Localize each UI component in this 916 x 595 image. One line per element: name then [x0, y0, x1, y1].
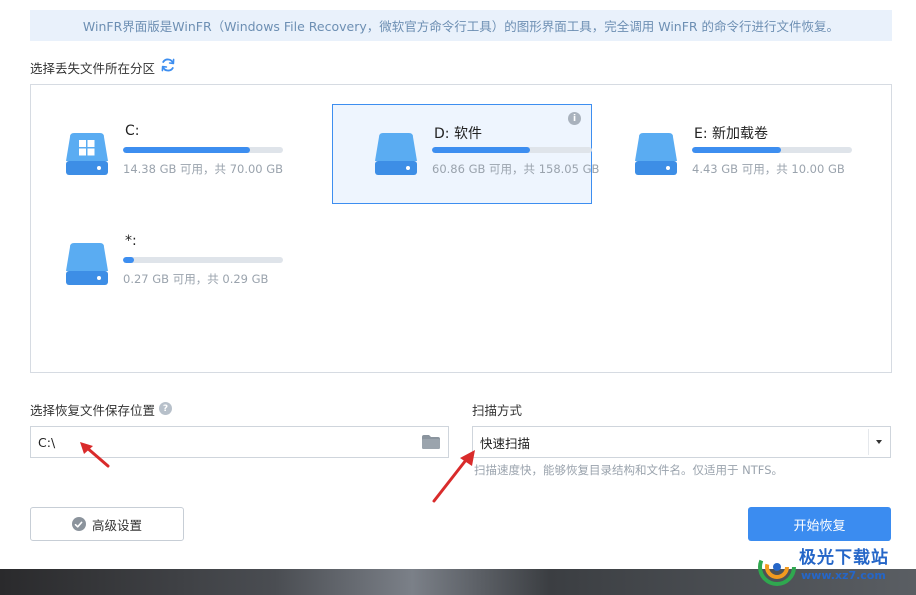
usage-fill: [123, 147, 251, 153]
usage-bar: [123, 257, 283, 263]
drive-card-star[interactable]: *: 0.27 GB 可用，共 0.29 GB: [23, 214, 283, 314]
start-recovery-label: 开始恢复: [793, 518, 846, 534]
usage-bar: [123, 147, 283, 153]
drive-capacity: 14.38 GB 可用，共 70.00 GB: [123, 162, 284, 176]
drive-capacity: 0.27 GB 可用，共 0.29 GB: [123, 272, 269, 286]
annotation-arrow-icon: [432, 450, 475, 503]
start-recovery-button[interactable]: 开始恢复: [748, 507, 891, 541]
watermark-logo: 极光下载站 www.xz7.com: [756, 540, 916, 595]
watermark-swirl-icon: [758, 548, 796, 586]
drive-name: E: 新加载卷: [694, 126, 769, 142]
drive-capacity: 4.43 GB 可用，共 10.00 GB: [692, 162, 845, 176]
watermark-url: www.xz7.com: [801, 569, 886, 582]
advanced-settings-label: 高级设置: [91, 517, 142, 533]
drive-name: D: 软件: [434, 126, 482, 142]
drive-list-panel: C: 14.38 GB 可用，共 70.00 GB i D: 软件 60.86 …: [30, 84, 892, 373]
usage-bar: [432, 147, 592, 153]
banner-text: WinFR界面版是WinFR（Windows File Recovery，微软官…: [82, 19, 840, 34]
drive-card-c[interactable]: C: 14.38 GB 可用，共 70.00 GB: [23, 104, 283, 204]
info-banner: WinFR界面版是WinFR（Windows File Recovery，微软官…: [30, 10, 892, 41]
advanced-settings-button[interactable]: 高级设置: [30, 507, 184, 541]
dropdown-button[interactable]: [868, 429, 888, 455]
drive-card-d[interactable]: i D: 软件 60.86 GB 可用，共 158.05 GB: [332, 104, 599, 204]
usage-fill: [123, 257, 135, 263]
usage-bar: [692, 147, 852, 153]
windows-drive-icon: [66, 133, 108, 175]
scan-mode-description: 扫描速度快，能够恢复目录结构和文件名。仅适用于 NTFS。: [474, 463, 783, 477]
partition-label: 选择丢失文件所在分区: [30, 61, 156, 76]
drive-icon: [635, 133, 677, 175]
watermark-title: 极光下载站: [799, 548, 889, 568]
drive-capacity: 60.86 GB 可用，共 158.05 GB: [432, 162, 600, 176]
refresh-icon[interactable]: [160, 57, 176, 73]
drive-card-e[interactable]: E: 新加载卷 4.43 GB 可用，共 10.00 GB: [592, 104, 852, 204]
drive-icon: [375, 133, 417, 175]
usage-fill: [692, 147, 782, 153]
check-circle-icon: [71, 517, 86, 531]
info-icon[interactable]: i: [568, 112, 581, 125]
scan-mode-select[interactable]: 快速扫描: [472, 426, 891, 458]
scan-mode-value: 快速扫描: [480, 435, 531, 451]
usage-fill: [432, 147, 531, 153]
drive-icon: [66, 243, 108, 285]
help-icon[interactable]: ?: [159, 402, 172, 415]
drive-name: C:: [125, 123, 140, 139]
save-location-label: 选择恢复文件保存位置: [30, 403, 156, 418]
annotation-arrow-icon: [80, 442, 110, 468]
drive-name: *:: [125, 233, 137, 249]
chevron-down-icon: [875, 440, 882, 444]
scan-mode-label: 扫描方式: [472, 403, 523, 418]
